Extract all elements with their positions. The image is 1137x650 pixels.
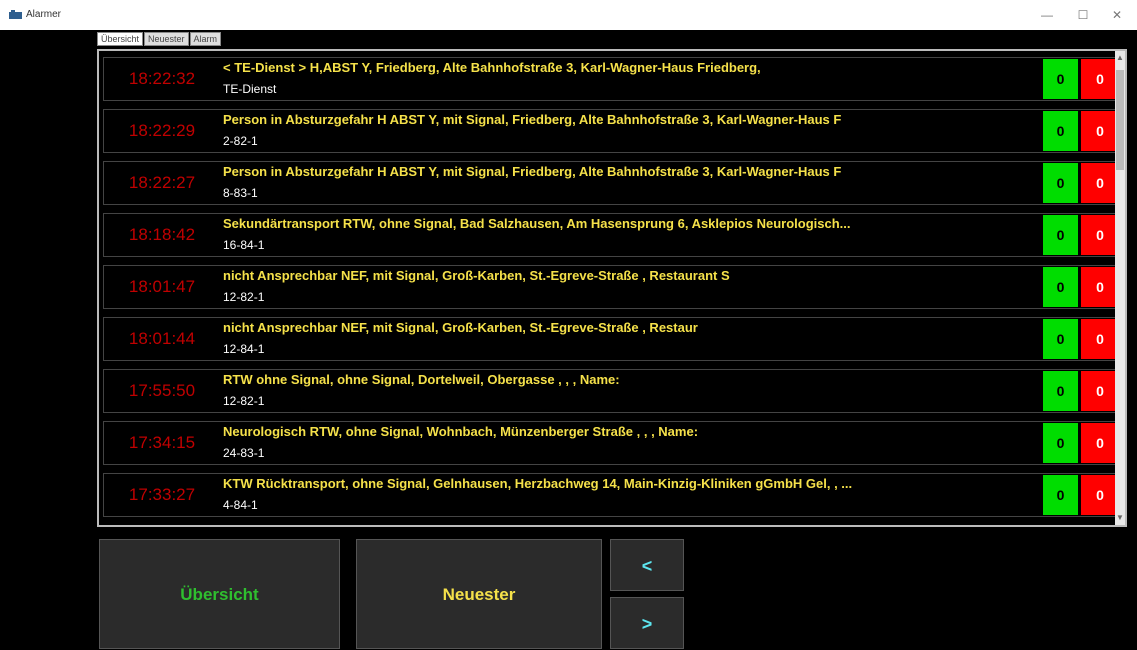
title-bar: Alarmer — ☐ ✕: [0, 0, 1137, 30]
green-counter-button[interactable]: 0: [1043, 59, 1078, 99]
previous-button[interactable]: <: [610, 539, 684, 591]
red-counter-button[interactable]: 0: [1081, 111, 1119, 151]
red-counter-button[interactable]: 0: [1081, 163, 1119, 203]
alarm-row[interactable]: 17:33:27 KTW Rücktransport, ohne Signal, …: [103, 473, 1125, 517]
red-counter-button[interactable]: 0: [1081, 267, 1119, 307]
alarm-title: Neurologisch RTW, ohne Signal, Wohnbach,…: [223, 424, 699, 439]
red-counter-button[interactable]: 0: [1081, 475, 1119, 515]
tab-bar: Übersicht Neuester Alarm: [97, 32, 223, 46]
alarm-unit: 2-82-1: [223, 134, 258, 148]
alarm-row[interactable]: 18:22:32 < TE-Dienst > H,ABST Y, Friedber…: [103, 57, 1125, 101]
green-counter-button[interactable]: 0: [1043, 423, 1078, 463]
alarm-unit: 8-83-1: [223, 186, 258, 200]
alarm-row[interactable]: 18:01:44 nicht Ansprechbar NEF, mit Signa…: [103, 317, 1125, 361]
alarm-time: 18:01:47: [128, 277, 196, 296]
alarm-title: < TE-Dienst > H,ABST Y, Friedberg, Alte …: [223, 60, 761, 75]
tab-newest[interactable]: Neuester: [144, 32, 189, 46]
minimize-icon[interactable]: —: [1035, 5, 1059, 25]
alarm-title: nicht Ansprechbar NEF, mit Signal, Groß-…: [223, 268, 730, 283]
red-counter-button[interactable]: 0: [1081, 319, 1119, 359]
alarm-row[interactable]: 18:18:42 Sekundärtransport RTW, ohne Sign…: [103, 213, 1125, 257]
alarm-time: 17:55:50: [128, 381, 196, 400]
alarm-time: 18:18:42: [128, 225, 196, 244]
overview-button[interactable]: Übersicht: [99, 539, 340, 649]
alarm-unit: 12-82-1: [223, 394, 265, 408]
alarm-row[interactable]: 18:01:47 nicht Ansprechbar NEF, mit Signa…: [103, 265, 1125, 309]
green-counter-button[interactable]: 0: [1043, 163, 1078, 203]
green-counter-button[interactable]: 0: [1043, 475, 1078, 515]
alarm-row[interactable]: 17:34:15 Neurologisch RTW, ohne Signal, W…: [103, 421, 1125, 465]
alarm-title: Person in Absturzgefahr H ABST Y, mit Si…: [223, 112, 842, 127]
scroll-down-icon[interactable]: ▼: [1115, 512, 1125, 524]
red-counter-button[interactable]: 0: [1081, 423, 1119, 463]
alarm-unit: 24-83-1: [223, 446, 265, 460]
alarm-time: 17:33:27: [128, 485, 196, 504]
green-counter-button[interactable]: 0: [1043, 215, 1078, 255]
alarm-row[interactable]: 18:22:29 Person in Absturzgefahr H ABST Y…: [103, 109, 1125, 153]
next-button[interactable]: >: [610, 597, 684, 649]
alarm-title: Sekundärtransport RTW, ohne Signal, Bad …: [223, 216, 851, 231]
red-counter-button[interactable]: 0: [1081, 371, 1119, 411]
alarm-title: KTW Rücktransport, ohne Signal, Gelnhaus…: [223, 476, 853, 491]
tab-alarm[interactable]: Alarm: [189, 32, 222, 46]
alarm-time: 18:22:32: [128, 69, 196, 88]
alarm-title: Person in Absturzgefahr H ABST Y, mit Si…: [223, 164, 842, 179]
alarm-title: RTW ohne Signal, ohne Signal, Dortelweil…: [223, 372, 620, 387]
tab-overview[interactable]: Übersicht: [97, 32, 144, 46]
red-counter-button[interactable]: 0: [1081, 59, 1119, 99]
alarm-unit: TE-Dienst: [223, 82, 277, 96]
green-counter-button[interactable]: 0: [1043, 319, 1078, 359]
close-icon[interactable]: ✕: [1105, 5, 1129, 25]
green-counter-button[interactable]: 0: [1043, 371, 1078, 411]
alarm-time: 18:01:44: [128, 329, 196, 348]
green-counter-button[interactable]: 0: [1043, 267, 1078, 307]
alarm-unit: 16-84-1: [223, 238, 265, 252]
newest-button[interactable]: Neuester: [356, 539, 602, 649]
alarm-unit: 4-84-1: [223, 498, 258, 512]
alarm-unit: 12-82-1: [223, 290, 265, 304]
green-counter-button[interactable]: 0: [1043, 111, 1078, 151]
alarm-unit: 12-84-1: [223, 342, 265, 356]
app-icon: [9, 10, 22, 19]
alarm-title: nicht Ansprechbar NEF, mit Signal, Groß-…: [223, 320, 698, 335]
window-title: Alarmer: [26, 9, 62, 20]
red-counter-button[interactable]: 0: [1081, 215, 1119, 255]
alarm-row[interactable]: 17:55:50 RTW ohne Signal, ohne Signal, Do…: [103, 369, 1125, 413]
alarm-time: 18:22:29: [128, 121, 196, 140]
scroll-up-icon[interactable]: ▲: [1115, 52, 1125, 64]
alarm-list: 18:22:32 < TE-Dienst > H,ABST Y, Friedber…: [97, 49, 1127, 527]
scroll-thumb[interactable]: [1116, 70, 1124, 170]
alarm-time: 17:34:15: [128, 433, 196, 452]
alarm-row[interactable]: 18:22:27 Person in Absturzgefahr H ABST Y…: [103, 161, 1125, 205]
alarm-time: 18:22:27: [128, 173, 196, 192]
maximize-icon[interactable]: ☐: [1071, 5, 1095, 25]
